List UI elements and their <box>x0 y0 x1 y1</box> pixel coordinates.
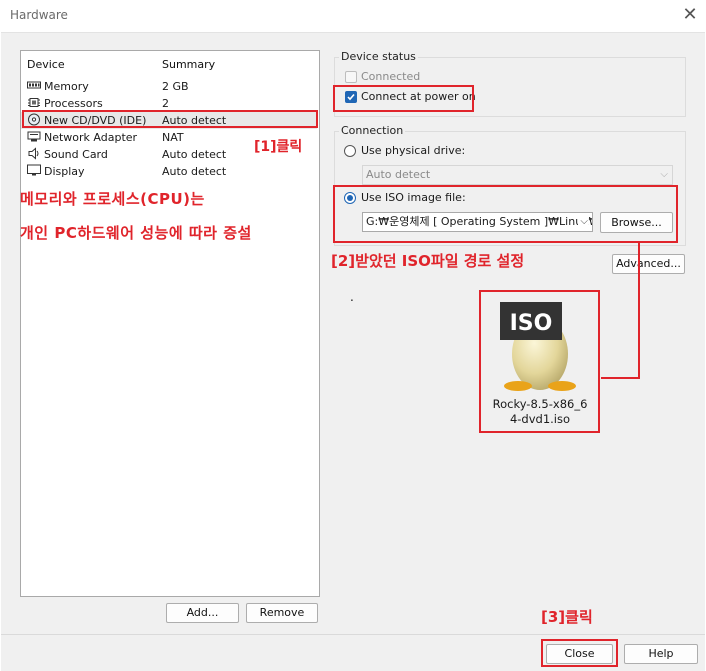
add-button[interactable]: Add... <box>166 603 239 623</box>
physical-drive-radio[interactable] <box>344 145 356 157</box>
annotation-step2: [2]받았던 ISO파일 경로 설정 <box>331 252 525 270</box>
device-row-memory[interactable]: Memory 2 GB <box>21 78 317 95</box>
device-summary: NAT <box>162 131 184 144</box>
network-adapter-icon <box>27 131 41 142</box>
iso-badge-text: ISO <box>510 311 553 336</box>
highlight-box-connect-power <box>333 85 474 112</box>
remove-button[interactable]: Remove <box>246 603 318 623</box>
connected-label: Connected <box>361 70 421 83</box>
column-header-summary: Summary <box>162 58 216 71</box>
help-button[interactable]: Help <box>624 644 698 664</box>
device-list: Device Summary Memory 2 GB Processors 2 … <box>20 50 320 597</box>
iso-file-icon[interactable]: ISO <box>494 298 586 394</box>
device-name: Display <box>44 165 85 178</box>
stray-dot: . <box>350 290 354 304</box>
footer-divider <box>1 634 705 635</box>
device-name: Sound Card <box>44 148 108 161</box>
device-name: Network Adapter <box>44 131 138 144</box>
connected-checkbox[interactable] <box>345 71 357 83</box>
physical-drive-select[interactable]: Auto detect ⌵ <box>362 165 673 185</box>
annotation-step3: [3]클릭 <box>541 608 593 626</box>
processor-icon <box>28 98 40 107</box>
physical-drive-value: Auto detect <box>366 168 431 181</box>
sound-card-icon <box>28 147 39 160</box>
physical-drive-label: Use physical drive: <box>361 144 466 157</box>
device-row-display[interactable]: Display Auto detect <box>21 163 317 180</box>
highlight-box-close <box>541 639 618 667</box>
memory-icon <box>27 81 41 89</box>
device-name: Memory <box>44 80 89 93</box>
iso-filename-line2: 4-dvd1.iso <box>509 412 571 426</box>
annotation-memory-note-line1: 메모리와 프로세스(CPU)는 <box>20 190 205 208</box>
title-bar: Hardware ✕ <box>0 0 706 32</box>
highlight-box-cd-dvd <box>22 110 318 128</box>
window-title: Hardware <box>10 8 68 22</box>
highlight-box-iso <box>333 185 678 243</box>
connection-title: Connection <box>339 124 406 137</box>
device-summary: 2 GB <box>162 80 189 93</box>
chevron-down-icon: ⌵ <box>660 169 668 180</box>
display-icon <box>27 164 41 176</box>
device-summary: Auto detect <box>162 165 227 178</box>
column-header-device: Device <box>27 58 65 71</box>
iso-filename-line1: Rocky-8.5-x86_6 <box>492 397 588 411</box>
device-name: Processors <box>44 97 103 110</box>
close-icon[interactable]: ✕ <box>678 2 702 28</box>
annotation-step1: [1]클릭 <box>254 139 303 155</box>
connector-line <box>601 243 640 379</box>
annotation-memory-note-line2: 개인 PC하드웨어 성능에 따라 증설 <box>20 224 252 242</box>
device-summary: Auto detect <box>162 148 227 161</box>
device-status-title: Device status <box>339 50 418 63</box>
device-summary: 2 <box>162 97 169 110</box>
